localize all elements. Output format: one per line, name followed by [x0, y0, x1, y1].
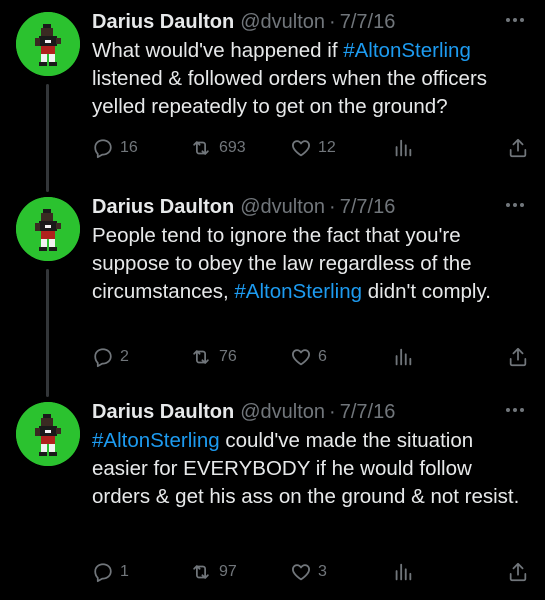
retweet-icon: [193, 350, 209, 364]
pixel-player-avatar-icon: [16, 402, 80, 466]
views-button[interactable]: [392, 343, 414, 371]
tweet[interactable]: Darius Daulton @dvulton · 7/7/16 #AltonS…: [0, 390, 545, 600]
like-button[interactable]: 3: [290, 558, 327, 586]
reply-count: 1: [120, 563, 129, 580]
retweet-button[interactable]: 97: [189, 558, 237, 586]
tweet-header: Darius Daulton @dvulton · 7/7/16: [92, 8, 529, 36]
retweet-button[interactable]: 76: [189, 343, 237, 371]
tweet-actions: 2 76 6: [92, 343, 529, 371]
avatar[interactable]: [16, 402, 80, 466]
retweet-icon: [193, 565, 209, 579]
share-icon: [509, 347, 527, 367]
heart-icon: [292, 349, 310, 366]
reply-button[interactable]: 16: [92, 134, 138, 162]
share-icon: [509, 138, 527, 158]
share-button[interactable]: [507, 558, 529, 586]
tweet-text: What would've happened if #AltonSterling…: [92, 37, 529, 121]
retweet-count: 76: [219, 348, 237, 365]
tweet-content: Darius Daulton @dvulton · 7/7/16 #AltonS…: [92, 398, 529, 511]
views-chart-icon: [395, 563, 412, 581]
tweet-header: Darius Daulton @dvulton · 7/7/16: [92, 398, 529, 426]
avatar[interactable]: [16, 197, 80, 261]
tweet-date[interactable]: 7/7/16: [340, 8, 396, 36]
tweet[interactable]: Darius Daulton @dvulton · 7/7/16 People …: [0, 185, 545, 397]
views-button[interactable]: [392, 558, 414, 586]
heart-icon: [292, 140, 310, 157]
user-handle[interactable]: @dvulton: [240, 398, 325, 426]
share-button[interactable]: [507, 134, 529, 162]
tweet-text-part: didn't comply.: [362, 280, 491, 303]
like-count: 12: [318, 139, 336, 156]
retweet-button[interactable]: 693: [189, 134, 246, 162]
user-handle[interactable]: @dvulton: [240, 193, 325, 221]
display-name[interactable]: Darius Daulton: [92, 398, 234, 426]
reply-count: 16: [120, 139, 138, 156]
tweet-text: #AltonSterling could've made the situati…: [92, 427, 529, 511]
display-name[interactable]: Darius Daulton: [92, 193, 234, 221]
thread-connector-line: [46, 269, 49, 397]
like-button[interactable]: 6: [290, 343, 327, 371]
like-count: 6: [318, 348, 327, 365]
thread-connector-line: [46, 84, 49, 192]
hashtag-link[interactable]: #AltonSterling: [343, 39, 471, 62]
retweet-count: 693: [219, 139, 246, 156]
tweet-content: Darius Daulton @dvulton · 7/7/16 People …: [92, 193, 529, 306]
more-options-icon[interactable]: [501, 400, 529, 420]
display-name[interactable]: Darius Daulton: [92, 8, 234, 36]
reply-icon: [94, 563, 112, 583]
user-handle[interactable]: @dvulton: [240, 8, 325, 36]
reply-icon: [94, 139, 112, 159]
tweet-date[interactable]: 7/7/16: [340, 193, 396, 221]
retweet-icon: [193, 141, 209, 155]
pixel-player-avatar-icon: [16, 12, 80, 76]
hashtag-link[interactable]: #AltonSterling: [92, 429, 220, 452]
more-options-icon[interactable]: [501, 195, 529, 215]
reply-button[interactable]: 1: [92, 558, 129, 586]
tweet-actions: 16 693 12: [92, 134, 529, 162]
views-chart-icon: [395, 348, 412, 366]
reply-icon: [94, 348, 112, 368]
separator-dot: ·: [329, 196, 336, 218]
share-icon: [509, 562, 527, 582]
tweet[interactable]: Darius Daulton @dvulton · 7/7/16 What wo…: [0, 0, 545, 192]
heart-icon: [292, 564, 310, 581]
retweet-count: 97: [219, 563, 237, 580]
separator-dot: ·: [329, 11, 336, 33]
like-count: 3: [318, 563, 327, 580]
separator-dot: ·: [329, 401, 336, 423]
tweet-thread: Darius Daulton @dvulton · 7/7/16 What wo…: [0, 0, 545, 600]
tweet-date[interactable]: 7/7/16: [340, 398, 396, 426]
avatar[interactable]: [16, 12, 80, 76]
tweet-header: Darius Daulton @dvulton · 7/7/16: [92, 193, 529, 221]
tweet-content: Darius Daulton @dvulton · 7/7/16 What wo…: [92, 8, 529, 121]
share-button[interactable]: [507, 343, 529, 371]
tweet-text-part: listened & followed orders when the offi…: [92, 67, 488, 118]
reply-button[interactable]: 2: [92, 343, 129, 371]
views-button[interactable]: [392, 134, 414, 162]
reply-count: 2: [120, 348, 129, 365]
like-button[interactable]: 12: [290, 134, 336, 162]
pixel-player-avatar-icon: [16, 197, 80, 261]
views-chart-icon: [395, 139, 412, 157]
tweet-text: People tend to ignore the fact that you'…: [92, 222, 529, 306]
tweet-actions: 1 97 3: [92, 558, 529, 586]
tweet-text-part: What would've happened if: [92, 39, 344, 62]
more-options-icon[interactable]: [501, 10, 529, 30]
hashtag-link[interactable]: #AltonSterling: [234, 280, 362, 303]
